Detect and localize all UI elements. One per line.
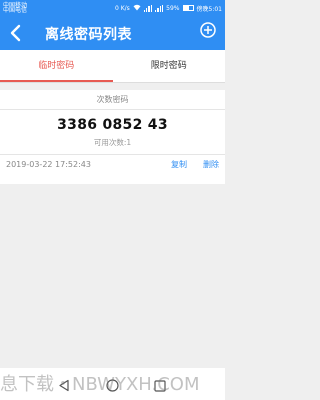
system-nav-bar: 息下载・NBWYXH.COM <box>0 368 225 400</box>
password-code: 3386 0852 43 <box>57 117 168 133</box>
password-datetime: 2019-03-22 17:52:43 <box>6 159 91 169</box>
status-right: 0 K/s 59% 傍晚5:01 <box>115 4 222 13</box>
battery-percent: 59% <box>166 4 180 12</box>
signal-icon <box>143 4 152 12</box>
carrier-2: 中国电信 <box>3 7 28 14</box>
signal-icon-2 <box>154 4 164 12</box>
battery-icon <box>182 5 194 11</box>
watermark: 息下载・NBWYXH.COM <box>0 374 200 395</box>
tab-timed-password[interactable]: 限时密码 <box>113 50 226 82</box>
password-card: 次数密码 3386 0852 43 可用次数:1 2019-03-22 17:5… <box>0 90 225 184</box>
copy-button[interactable]: 复制 <box>171 159 187 170</box>
status-bar: 中国移动 中国电信 0 K/s 59% 傍晚5:01 <box>0 0 225 16</box>
remaining-uses: 可用次数:1 <box>93 138 132 147</box>
delete-button[interactable]: 删除 <box>203 159 219 170</box>
tab-bar: 临时密码 限时密码 <box>0 50 225 83</box>
password-type-label: 次数密码 <box>96 95 129 104</box>
add-circle-icon[interactable] <box>200 22 216 38</box>
tab-temporary-password[interactable]: 临时密码 <box>0 50 113 82</box>
page-title: 离线密码列表 <box>45 27 132 43</box>
back-arrow-icon[interactable] <box>9 24 23 42</box>
wifi-icon <box>133 4 141 13</box>
divider <box>0 109 225 110</box>
carrier-labels: 中国移动 中国电信 <box>3 3 43 14</box>
network-speed: 0 K/s <box>114 4 130 12</box>
header: 离线密码列表 <box>0 16 225 50</box>
password-actions-row: 2019-03-22 17:52:43 复制 删除 <box>0 155 225 173</box>
clock: 傍晚5:01 <box>196 5 222 13</box>
top-app-bar: 中国移动 中国电信 0 K/s 59% 傍晚5:01 离线密码列表 <box>0 0 225 50</box>
